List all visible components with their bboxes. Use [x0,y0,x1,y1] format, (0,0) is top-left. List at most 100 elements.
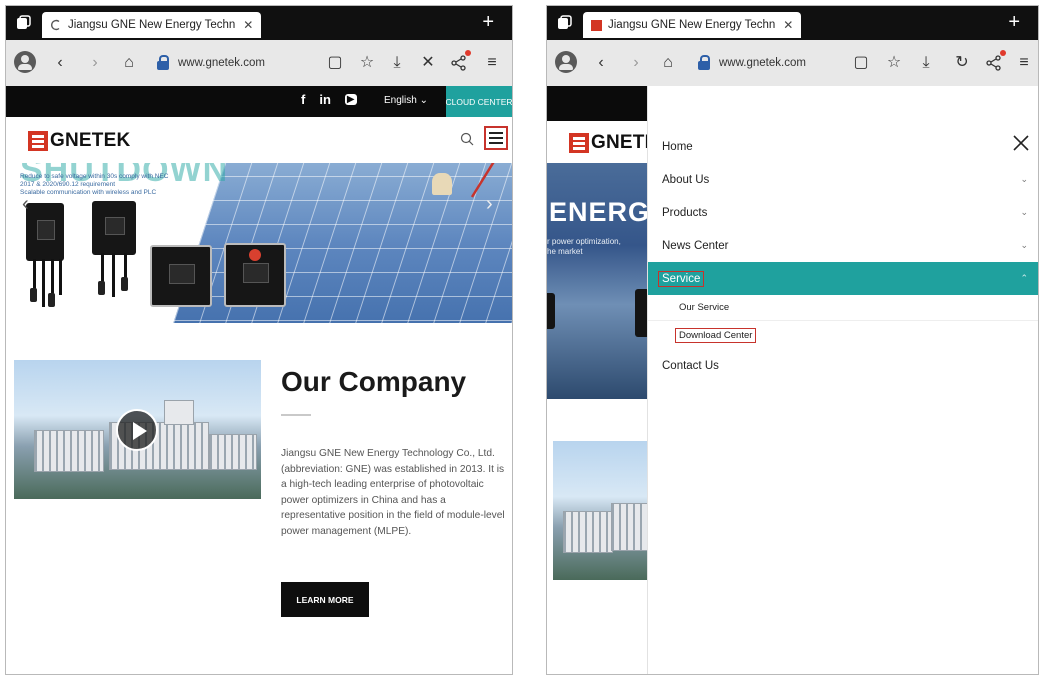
home-icon[interactable]: ⌂ [657,52,679,74]
menu-item-service[interactable]: Service ⌃ [648,262,1038,295]
facebook-icon[interactable]: f [301,92,305,107]
search-icon[interactable] [460,132,474,146]
reader-icon[interactable]: ▢ [324,52,346,74]
device-behind [635,289,647,337]
url-field[interactable]: www.gnetek.com [697,52,806,74]
lock-icon [697,55,711,71]
address-bar: ‹ › ⌂ www.gnetek.com ▢ ☆ ⤓ ✕ ≡ [6,40,512,86]
factory-building [563,511,613,553]
hero-sub-line: r power optimization, [547,237,621,246]
optimizer-device [92,201,136,255]
hero-subtext: r power optimization, he market [547,237,621,257]
site-top-bar: f in ▶ English ⌄ CLOUD CENTER [6,86,512,117]
tab-title: Jiangsu GNE New Energy Techn [68,19,236,31]
learn-more-button[interactable]: LEARN MORE [281,582,369,617]
menu-item-about-us[interactable]: About Us ⌄ [648,163,1038,196]
reload-icon[interactable]: ↻ [951,52,973,74]
star-icon[interactable]: ☆ [356,52,378,74]
site-top-bar-behind [547,86,647,121]
menu-item-news-center[interactable]: News Center ⌄ [648,229,1038,262]
new-tab-button[interactable]: + [1008,10,1020,34]
social-links: f in ▶ [301,92,357,107]
url-text: www.gnetek.com [178,57,265,69]
hero-prev-arrow[interactable]: ‹ [22,193,29,216]
tab-title: Jiangsu GNE New Energy Techn [608,19,776,31]
annotation-arrow-icon [470,163,495,198]
forward-icon[interactable]: › [625,52,647,74]
menu-item-contact-us[interactable]: Contact Us [648,349,1038,382]
home-icon[interactable]: ⌂ [118,52,140,74]
menu-item-label: Home [662,140,693,153]
menu-item-label: Contact Us [662,359,719,372]
loading-icon [50,19,60,31]
tab-close-button[interactable]: ✕ [783,18,793,32]
linkedin-icon[interactable]: in [319,92,331,107]
logo-text: GNETEK [50,130,131,151]
tab-close-button[interactable]: ✕ [243,18,253,32]
chevron-up-icon[interactable]: ⌃ [1020,273,1028,284]
back-icon[interactable]: ‹ [49,52,71,74]
star-icon[interactable]: ☆ [883,52,905,74]
submenu-item-label: Our Service [679,302,730,313]
site-header: GNETEK [6,117,512,163]
download-icon[interactable]: ⤓ [915,52,937,74]
url-field[interactable]: www.gnetek.com [156,52,265,74]
menu-icon[interactable]: ≡ [1013,52,1035,74]
browser-window-left: Jiangsu GNE New Energy Techn ✕ + ‹ › ⌂ w… [5,5,513,675]
company-title: Our Company [281,366,467,397]
submenu-item-label: Download Center [675,327,757,343]
menu-icon[interactable]: ≡ [481,52,503,74]
profile-icon[interactable] [14,51,36,73]
chevron-down-icon[interactable]: ⌄ [1020,207,1028,218]
tab-gnetek[interactable]: Jiangsu GNE New Energy Techn ✕ [42,12,262,38]
menu-item-label: News Center [662,239,729,252]
hero-description: Reduce to safe voltage within 30s comply… [20,173,220,197]
hamburger-menu-button[interactable] [484,126,508,150]
play-icon[interactable] [116,409,158,451]
tab-bar: Jiangsu GNE New Energy Techn ✕ + [547,6,1038,40]
logo-mark-icon [28,131,48,151]
factory-building [611,503,647,551]
hero-banner[interactable]: SHUTDOWN Reduce to safe voltage within 3… [6,163,512,323]
site-favicon-icon [591,19,602,31]
cloud-center-button[interactable]: CLOUD CENTER [445,86,512,117]
browser-window-right: Jiangsu GNE New Energy Techn ✕ + ‹ › ⌂ w… [546,5,1039,675]
menu-item-label: Service [658,270,705,287]
chevron-down-icon[interactable]: ⌄ [1020,240,1028,251]
hero-desc-line: Scalable communication with wireless and… [20,189,157,196]
youtube-icon[interactable]: ▶ [344,94,357,105]
notification-dot [465,50,471,56]
menu-item-label: About Us [662,173,710,186]
tabs-icon[interactable] [16,15,31,30]
share-icon[interactable] [448,50,471,74]
red-button-icon [249,249,261,261]
tabs-icon[interactable] [557,15,572,30]
menu-item-products[interactable]: Products ⌄ [648,196,1038,229]
gnetek-logo[interactable]: GNETEK [28,130,130,152]
factory-tower [164,400,194,425]
optimizer-device [26,203,64,261]
stop-icon[interactable]: ✕ [417,52,439,74]
back-icon[interactable]: ‹ [590,52,612,74]
menu-item-home[interactable]: Home [648,130,1038,163]
tab-gnetek[interactable]: Jiangsu GNE New Energy Techn ✕ [583,12,802,38]
submenu-item-download-center[interactable]: Download Center [648,322,1038,348]
profile-icon[interactable] [555,51,577,73]
submenu-item-our-service[interactable]: Our Service [648,295,1038,321]
cable [112,253,115,297]
company-video-thumbnail[interactable] [14,360,261,499]
cable [42,259,45,307]
chevron-down-icon[interactable]: ⌄ [1020,174,1028,185]
cable [59,259,62,295]
new-tab-button[interactable]: + [482,10,494,34]
download-icon[interactable]: ⤓ [386,52,408,74]
forward-icon[interactable]: › [84,52,106,74]
language-selector[interactable]: English ⌄ [384,95,428,106]
hamburger-line [489,142,503,144]
share-icon[interactable] [983,50,1006,74]
factory-building [34,430,104,472]
worker-figure [432,173,452,195]
reader-icon[interactable]: ▢ [850,52,872,74]
gnetek-logo-behind: GNETE [569,132,657,154]
connector [48,293,55,307]
